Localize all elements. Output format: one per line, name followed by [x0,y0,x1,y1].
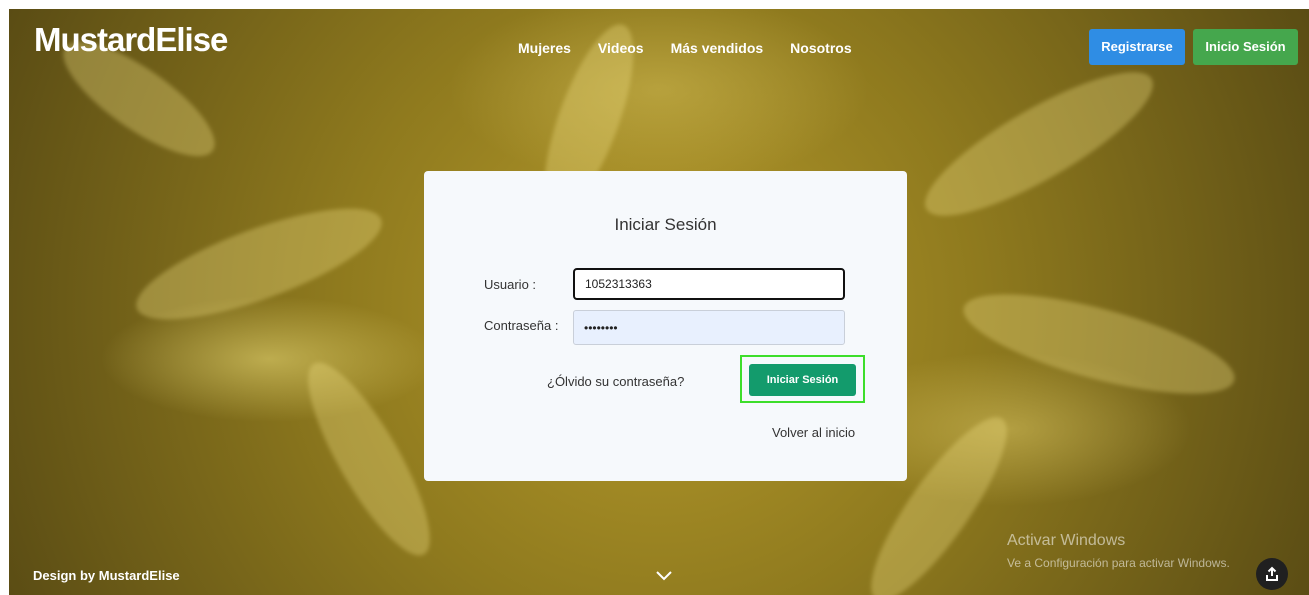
forgot-password-link[interactable]: ¿Ólvido su contraseña? [547,374,684,389]
login-card: Iniciar Sesión Usuario : Contraseña : ¿Ó… [424,171,907,481]
login-submit-button[interactable]: Iniciar Sesión [749,364,856,396]
submit-focus-outline: Iniciar Sesión [740,355,865,403]
login-title: Iniciar Sesión [614,215,717,234]
register-button[interactable]: Registrarse [1089,29,1185,65]
windows-activation-subtitle: Ve a Configuración para activar Windows. [1007,556,1230,570]
nav-item-nosotros[interactable]: Nosotros [790,40,851,56]
password-label: Contraseña : [484,318,559,333]
username-label: Usuario : [484,277,537,292]
share-icon[interactable] [1256,558,1288,590]
background-petal [954,273,1244,415]
back-home-link[interactable]: Volver al inicio [772,425,855,440]
main-nav: Mujeres Videos Más vendidos Nosotros [518,40,852,56]
background-petal [908,48,1170,240]
password-input[interactable] [573,310,845,345]
chevron-down-icon[interactable] [655,569,673,587]
nav-item-mas-vendidos[interactable]: Más vendidos [671,40,764,56]
header-login-button[interactable]: Inicio Sesión [1193,29,1298,65]
windows-activation-title: Activar Windows [1007,532,1126,549]
hero-background: MustardElise Mujeres Videos Más vendidos… [9,9,1309,595]
username-input[interactable] [573,268,845,300]
nav-item-videos[interactable]: Videos [598,40,644,56]
nav-item-mujeres[interactable]: Mujeres [518,40,571,56]
brand-logo[interactable]: MustardElise [34,21,228,59]
footer-credit: Design by MustardElise [33,568,180,583]
background-petal [124,186,394,342]
